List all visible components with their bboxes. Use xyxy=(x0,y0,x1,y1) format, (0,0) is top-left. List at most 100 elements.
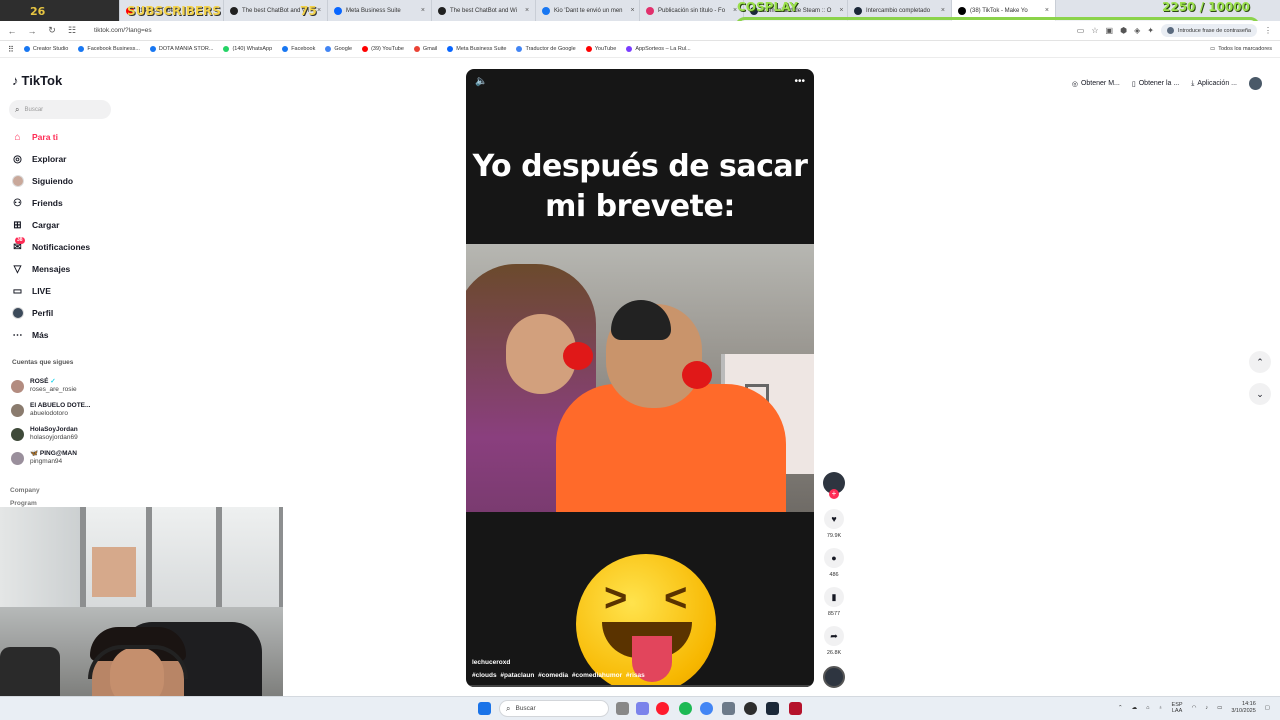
sidebar-item-m-s[interactable]: ⋯ Más xyxy=(11,324,151,346)
onedrive-icon[interactable]: ☁ xyxy=(1132,705,1138,711)
network-icon[interactable]: ⌂ xyxy=(1146,705,1149,711)
sidebar-item-siguiendo[interactable]: Siguiendo xyxy=(11,170,151,192)
stream-subscribers-label: SUBSCRIBERS xyxy=(127,4,221,18)
wifi-icon[interactable]: ◠ xyxy=(1192,705,1197,711)
sidebar-item-perfil[interactable]: Perfil xyxy=(11,302,151,324)
bookmark-icon[interactable]: ▮ xyxy=(824,587,844,607)
top-right-link[interactable]: ◎ Obtener M... xyxy=(1072,80,1120,88)
video-player[interactable]: 🔈 ••• Yo después de sacar mi brevete: > … xyxy=(466,69,814,687)
opera-icon[interactable] xyxy=(656,702,669,715)
browser-tab[interactable] xyxy=(0,0,120,21)
heart-icon[interactable]: ♥ xyxy=(824,509,844,529)
task-view-icon[interactable] xyxy=(616,702,629,715)
microphone-icon[interactable]: ♁ xyxy=(1158,705,1162,711)
menu-kebab-icon[interactable]: ⋮ xyxy=(1264,26,1272,35)
bookmark-item[interactable]: Meta Business Suite xyxy=(447,46,506,52)
follow-plus-icon[interactable]: + xyxy=(829,489,839,499)
taskbar-search[interactable]: ⌕ Buscar xyxy=(499,700,609,717)
apps-grid-icon[interactable]: ⠿ xyxy=(8,45,14,54)
sidebar-item-cargar[interactable]: ⊞ Cargar xyxy=(11,214,151,236)
comment-count: 486 xyxy=(829,572,839,578)
tab-close-icon[interactable]: × xyxy=(1041,7,1049,14)
chrome-icon[interactable] xyxy=(700,702,713,715)
volume-tray-icon[interactable]: ♪ xyxy=(1205,705,1208,711)
sidebar-item-friends[interactable]: ⚇ Friends xyxy=(11,192,151,214)
puzzle-icon[interactable]: ✦ xyxy=(1147,26,1154,35)
bookmark-item[interactable]: YouTube xyxy=(585,46,616,52)
tab-close-icon[interactable]: × xyxy=(729,7,737,14)
volume-icon[interactable]: 🔈 xyxy=(475,76,487,87)
tab-close-icon[interactable]: × xyxy=(627,7,635,14)
more-options-icon[interactable]: ••• xyxy=(794,76,805,87)
tab-close-icon[interactable]: × xyxy=(521,7,529,14)
top-right-link[interactable]: ▯ Obtener la ... xyxy=(1132,80,1179,88)
bookmark-item[interactable]: DOTA MANIA STOR... xyxy=(149,46,213,52)
video-progress-bar[interactable] xyxy=(466,685,814,687)
teams-icon[interactable] xyxy=(636,702,649,715)
obs-icon[interactable] xyxy=(744,702,757,715)
tiktok-logo[interactable]: ♪ TikTok xyxy=(12,73,62,88)
bookmark-item[interactable]: Creator Studio xyxy=(23,46,68,52)
sidebar-item-para-ti[interactable]: ⌂ Para ti xyxy=(11,126,151,148)
spotify-icon[interactable] xyxy=(679,702,692,715)
tray-chevron-up-icon[interactable]: ⌃ xyxy=(1118,705,1123,711)
bookmark-item[interactable]: (140) WhatsApp xyxy=(223,46,272,52)
next-video-button[interactable]: ⌄ xyxy=(1249,383,1271,405)
browser-tab[interactable]: Kio 'Dant te envió un men × xyxy=(536,0,640,21)
tab-close-icon[interactable]: × xyxy=(835,7,843,14)
extension-icon[interactable]: ◈ xyxy=(1134,26,1140,35)
forward-icon[interactable]: → xyxy=(26,26,38,36)
following-item[interactable]: 🦋 PING@MAN pingman94 xyxy=(11,446,131,470)
battery-icon[interactable]: ▭ xyxy=(1217,705,1222,711)
user-avatar[interactable] xyxy=(1249,77,1262,90)
tab-close-icon[interactable]: × xyxy=(417,7,425,14)
video-hashtags[interactable]: #clouds #pataclaun #comedia #comediahumo… xyxy=(472,672,645,679)
extension-icon[interactable]: ⬢ xyxy=(1120,26,1127,35)
bookmark-item[interactable]: AppSorteos – La Rul... xyxy=(626,46,691,52)
sidebar-item-mensajes[interactable]: ▽ Mensajes xyxy=(11,258,151,280)
steam-icon[interactable] xyxy=(766,702,779,715)
creator-avatar[interactable]: + xyxy=(823,472,845,499)
footer-link-company[interactable]: Company xyxy=(10,484,40,497)
top-right-link[interactable]: ⤓ Aplicación ... xyxy=(1191,80,1237,88)
tab-title: The best ChatBot and Wi xyxy=(450,7,518,14)
following-item[interactable]: HolaSoyJordan holasoyjordan69 xyxy=(11,422,131,446)
bookmark-item[interactable]: Facebook xyxy=(282,46,315,52)
video-author[interactable]: lechuceroxd xyxy=(472,659,510,666)
tab-close-icon[interactable]: × xyxy=(937,7,945,14)
following-item[interactable]: ROSÉ ✓ roses_are_rosie xyxy=(11,374,131,398)
previous-video-button[interactable]: ⌃ xyxy=(1249,351,1271,373)
notifications-icon[interactable]: ▢ xyxy=(1265,705,1270,711)
bookmark-item[interactable]: (39) YouTube xyxy=(362,46,404,52)
back-icon[interactable]: ← xyxy=(6,26,18,36)
calculator-icon[interactable] xyxy=(722,702,735,715)
extension-icon[interactable]: ▣ xyxy=(1106,26,1114,35)
sidebar-item-notificaciones[interactable]: ✉ 38 Notificaciones xyxy=(11,236,151,258)
reload-icon[interactable]: ↻ xyxy=(46,25,58,36)
avatar xyxy=(11,307,24,319)
bookmark-star-icon[interactable]: ☆ xyxy=(1091,26,1098,35)
browser-tab[interactable]: Publicación sin título - Fo × xyxy=(640,0,744,21)
share-icon[interactable]: ➦ xyxy=(824,626,844,646)
start-button-icon[interactable] xyxy=(478,702,491,715)
language-indicator[interactable]: ESP LAA xyxy=(1172,702,1183,714)
url-field[interactable]: tiktok.com/?lang=es xyxy=(94,27,152,34)
cast-icon[interactable]: ▭ xyxy=(1077,26,1085,35)
sidebar-item-live[interactable]: ▭ LIVE xyxy=(11,280,151,302)
bookmark-item[interactable]: Google xyxy=(325,46,352,52)
clock[interactable]: 14:16 3/10/2025 xyxy=(1231,701,1255,715)
site-settings-icon[interactable]: ☷ xyxy=(66,25,78,36)
following-item[interactable]: El ABUELO DOTE... abuelodotoro xyxy=(11,398,131,422)
all-bookmarks-link[interactable]: ▭ Todos los marcadores xyxy=(1210,46,1272,52)
search-input[interactable]: ⌕ Buscar xyxy=(9,100,111,119)
sidebar-item-explorar[interactable]: ◎ Explorar xyxy=(11,148,151,170)
bookmark-item[interactable]: Gmail xyxy=(413,46,437,52)
browser-tab[interactable]: Meta Business Suite × xyxy=(328,0,432,21)
dota-icon[interactable] xyxy=(789,702,802,715)
bookmark-item[interactable]: Facebook Business... xyxy=(78,46,140,52)
password-prompt[interactable]: Introduce frase de contraseña xyxy=(1160,24,1257,37)
bookmark-item[interactable]: Traductor de Google xyxy=(516,46,576,52)
browser-tab[interactable]: The best ChatBot and Wi × xyxy=(432,0,536,21)
comment-icon[interactable]: ● xyxy=(824,548,844,568)
music-disc-avatar[interactable] xyxy=(823,666,845,688)
